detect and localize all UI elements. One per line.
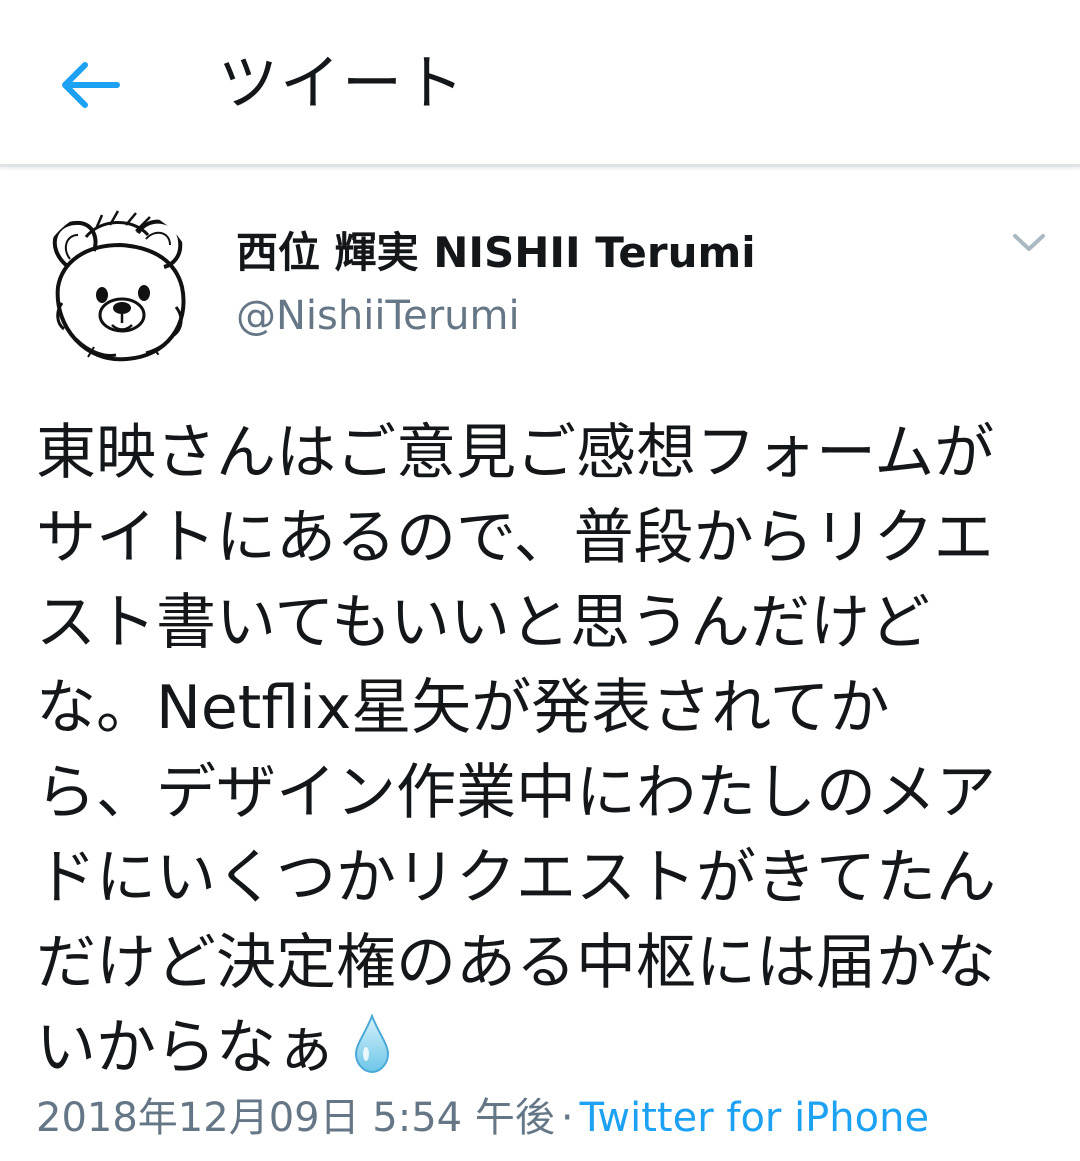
tweet-timestamp: 2018年12月09日 5:54 午後 — [36, 1095, 555, 1141]
tweet-text-line: だけど決定権のある中枢には届かな — [36, 928, 996, 998]
droplet-icon — [352, 1012, 392, 1097]
avatar[interactable] — [36, 207, 196, 367]
display-name[interactable]: 西位 輝実 NISHII Terumi — [236, 225, 756, 281]
user-handle[interactable]: @NishiiTerumi — [236, 289, 520, 343]
tweet-text-segment: な。Netflix星矢が発表されてか — [36, 673, 890, 743]
tweet-text: 東映さんはご意見ご感想フォームが サイトにあるので、普段からリクエ スト書いても… — [36, 411, 1056, 1097]
tweet-text-line: 東映さんはご意見ご感想フォームが — [36, 418, 995, 488]
tweet-detail: 西位 輝実 NISHII Terumi @NishiiTerumi 東映さんはご… — [0, 167, 1080, 1161]
tweet-text-line: ドにいくつかリクエストがきてたん — [36, 843, 996, 913]
page-title: ツイート — [218, 49, 466, 119]
tweet-text-segment: いからなぁ — [36, 1013, 336, 1083]
tweet-metadata: 2018年12月09日 5:54 午後 · Twitter for iPhone — [36, 1091, 929, 1145]
back-button[interactable] — [48, 50, 132, 120]
tweet-source-link[interactable]: Twitter for iPhone — [580, 1095, 930, 1141]
tweet-text-line: サイトにあるので、普段からリクエ — [36, 503, 994, 573]
chevron-down-icon — [1013, 234, 1045, 251]
arrow-left-icon — [62, 62, 120, 108]
tweet-text-line: な。Netflix星矢が発表されてか — [36, 666, 1056, 751]
tweet-text-line: スト書いてもいいと思うんだけど — [36, 588, 930, 658]
meta-separator: · — [560, 1095, 574, 1141]
bear-sketch-icon — [36, 207, 196, 367]
tweet-menu-button[interactable] — [1004, 223, 1054, 263]
tweet-text-line: ら、デザイン作業中にわたしのメア — [36, 758, 996, 828]
tweet-text-line: いからなぁ — [36, 1006, 1056, 1097]
top-app-bar: ツイート — [0, 0, 1080, 167]
